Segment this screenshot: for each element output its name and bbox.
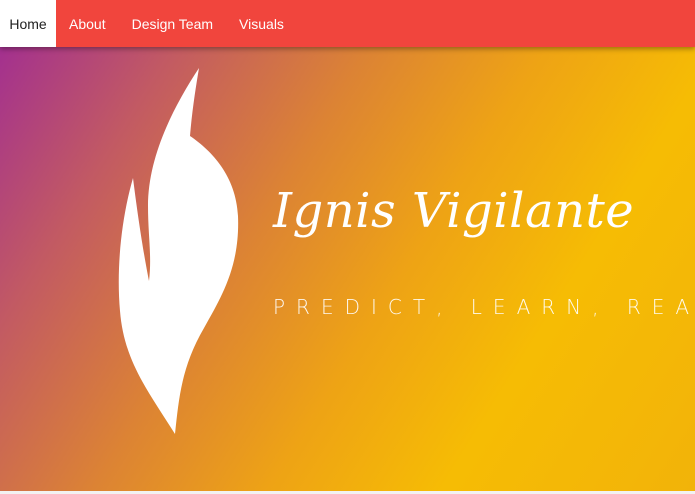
nav-home-link[interactable]: Home [0, 0, 56, 47]
hero-tagline: PREDICT, LEARN, REACT [273, 295, 695, 319]
top-navbar: Home About Design Team Visuals [0, 0, 695, 47]
page: Home About Design Team Visuals Ignis Vig… [0, 0, 695, 494]
nav-visuals-link[interactable]: Visuals [226, 0, 297, 47]
hero-title: Ignis Vigilante [273, 183, 635, 239]
nav-about-link[interactable]: About [56, 0, 119, 47]
hero-banner [0, 47, 695, 491]
flame-icon [118, 68, 239, 434]
nav-design-team-link[interactable]: Design Team [119, 0, 226, 47]
